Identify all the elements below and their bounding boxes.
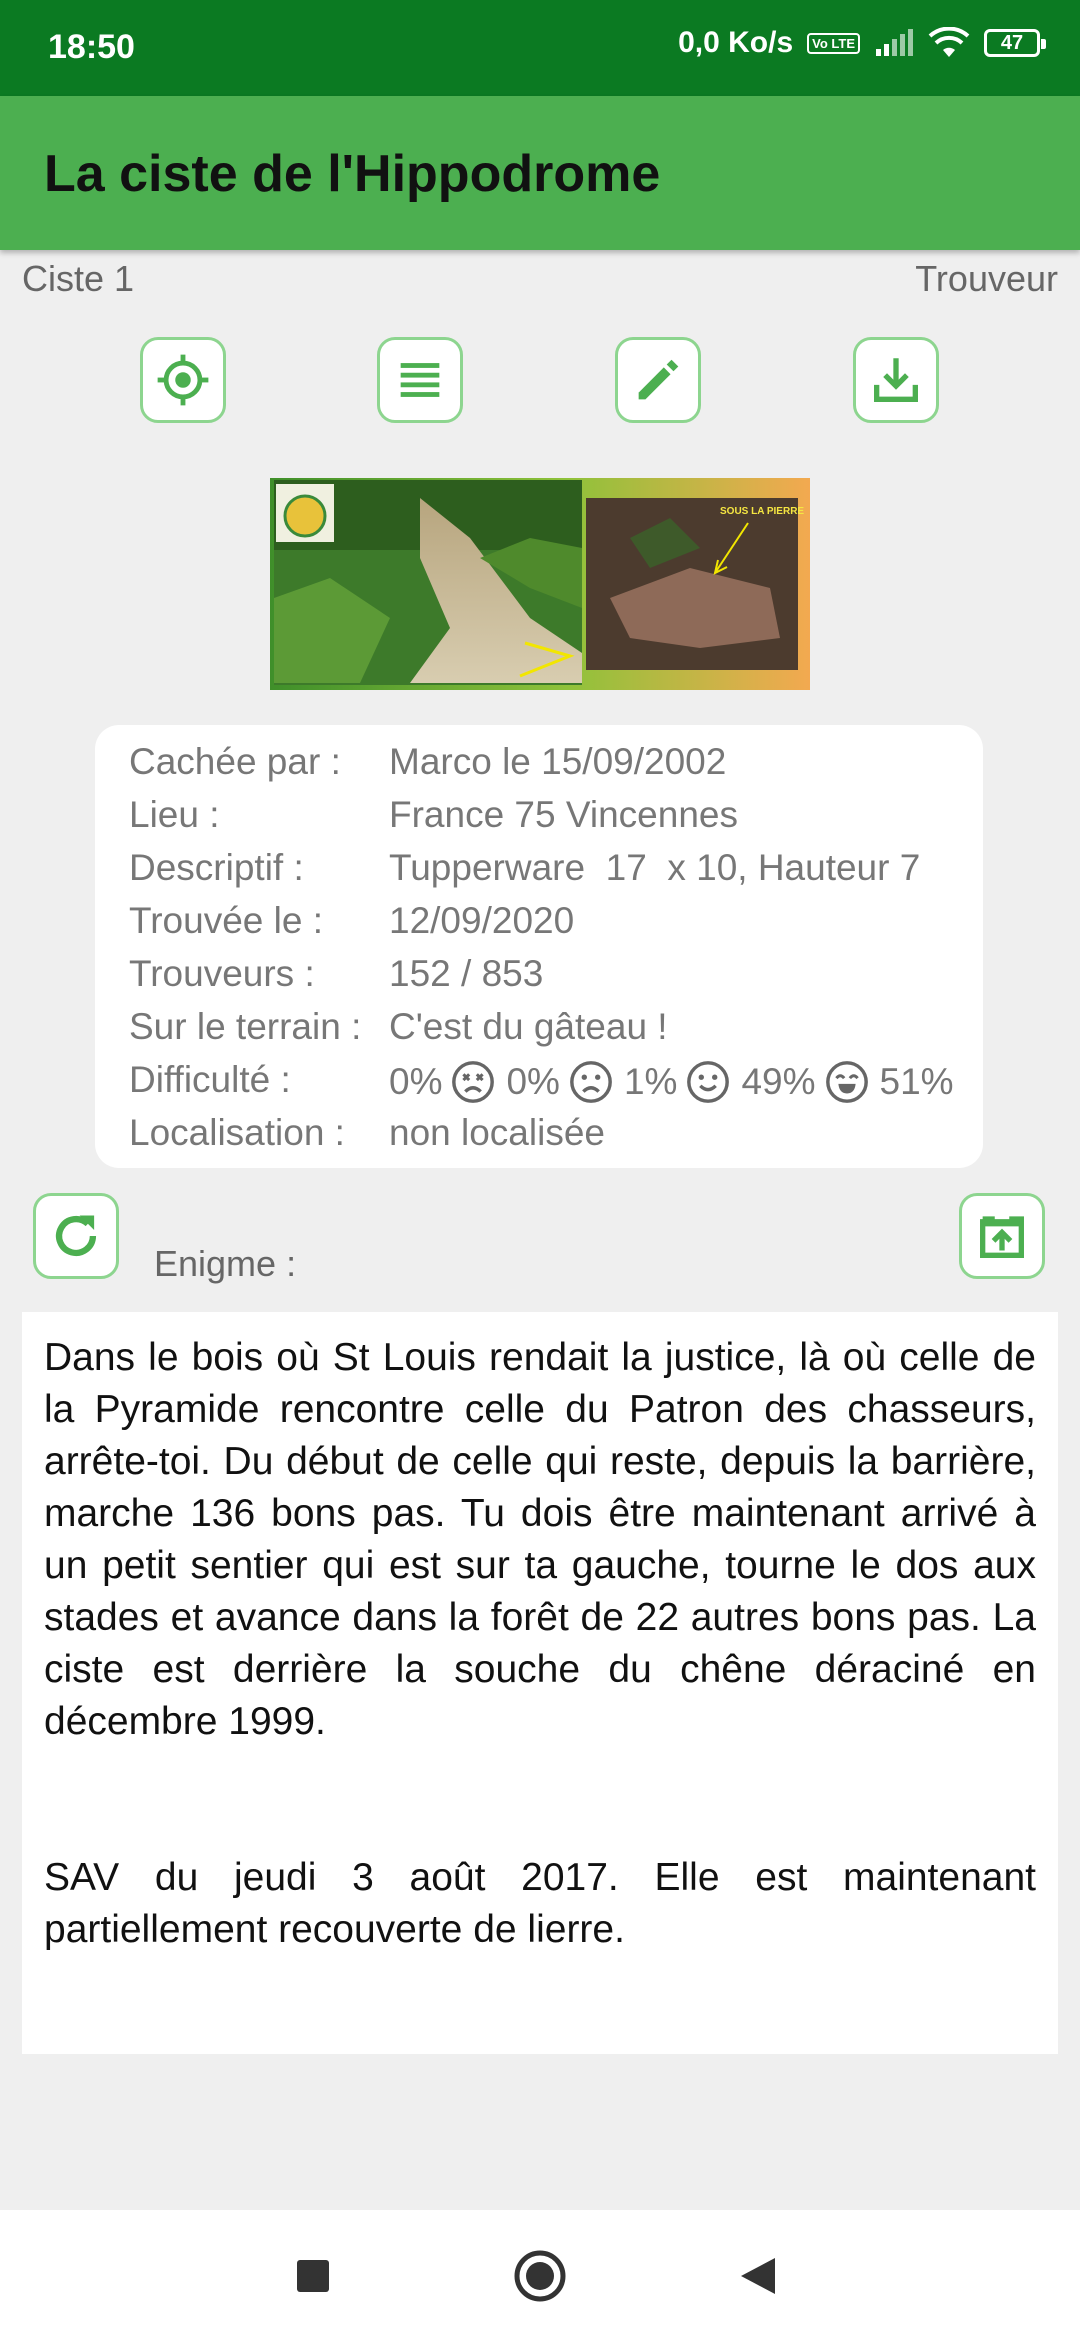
difficulty-percent: 0% [506,1061,560,1102]
enigme-paragraph: Dans le bois où St Louis rendait la just… [44,1336,1036,1743]
info-row-trouveurs: Trouveurs : 152 / 853 [129,953,543,995]
edit-pencil-icon [638,359,679,400]
info-row-lieu: Lieu : France 75 Vincennes [129,794,738,836]
localisation-value: non localisée [389,1112,605,1153]
difficulty-percent: 0% [389,1061,443,1102]
difficulty-rating-3: 1% [624,1059,741,1105]
difficulty-rating-4: 49% [741,1059,879,1105]
lieu-value: France 75 Vincennes [389,794,738,835]
enigme-text-panel[interactable]: Dans le bois où St Louis rendait la just… [22,1312,1058,2054]
enigme-label: Enigme : [154,1243,297,1284]
app-bar: La ciste de l'Hippodrome [0,96,1080,250]
trouveurs-label: Trouveurs : [129,953,315,994]
dizzy-face-icon [452,1061,495,1103]
network-speed: 0,0 Ko/s [678,26,794,59]
info-row-cachee: Cachée par : Marco le 15/09/2002 [129,741,726,783]
enigme-sav-paragraph: SAV du jeudi 3 août 2017. Elle est maint… [44,1856,1036,1951]
edit-button[interactable] [615,337,701,423]
recent-apps-button[interactable] [281,2244,345,2308]
info-row-localisation: Localisation : non localisée [129,1112,605,1154]
system-nav-bar [0,2210,1080,2340]
list-icon [400,363,440,397]
trouveur-label: Trouveur [915,258,1058,299]
locate-button[interactable] [140,337,226,423]
status-icons: 0,0 Ko/s Vo LTE 47 [678,26,1046,60]
open-in-new-icon [980,1216,1024,1258]
smile-face-icon [687,1061,730,1103]
difficulty-rating-1: 0% [389,1059,506,1105]
wifi-icon [928,27,970,57]
laughing-face-icon [825,1061,868,1103]
download-button[interactable] [853,337,939,423]
target-icon [157,354,209,406]
refresh-icon [55,1215,97,1257]
difficulty-percent: 49% [741,1061,816,1102]
sad-face-icon [570,1061,612,1103]
difficulty-ratings: 0% 0% 1% 49% 51% [389,1059,954,1105]
info-row-trouvee: Trouvée le : 12/09/2020 [129,900,574,942]
trouvee-value: 12/09/2020 [389,900,575,941]
trouvee-label: Trouvée le : [129,900,323,941]
info-row-descriptif: Descriptif : Tupperware 17 x 10, Hauteur… [129,847,920,889]
open-external-button[interactable] [959,1193,1045,1279]
back-button[interactable] [726,2244,790,2308]
status-bar: 18:50 0,0 Ko/s Vo LTE 47 [0,0,1080,96]
back-triangle-icon [741,2258,775,2294]
cache-photo[interactable]: SOUS LA PIERRE [270,478,810,690]
download-icon [874,358,918,402]
refresh-button[interactable] [33,1193,119,1279]
difficulty-percent: 1% [623,1061,678,1102]
lieu-label: Lieu : [129,794,220,835]
cache-info-card: Cachée par : Marco le 15/09/2002 Lieu : … [95,725,983,1168]
cachee-label: Cachée par : [129,741,341,782]
list-button[interactable] [377,337,463,423]
terrain-value: C'est du gâteau ! [389,1006,668,1047]
descriptif-value: Tupperware 17 x 10, Hauteur 7 [389,847,921,888]
difficulte-label: Difficulté : [129,1059,291,1100]
difficulty-rating-2: 0% [506,1059,623,1105]
trouveurs-value: 152 / 853 [389,953,544,994]
home-circle-icon [514,2250,566,2302]
battery-level: 47 [1000,31,1024,54]
page-title: La ciste de l'Hippodrome [44,145,661,203]
home-button[interactable] [508,2244,572,2308]
info-row-terrain: Sur le terrain : C'est du gâteau ! [129,1006,668,1048]
cachee-value: Marco le 15/09/2002 [389,741,727,782]
battery-icon: 47 [984,29,1046,57]
descriptif-label: Descriptif : [129,847,304,888]
signal-icon [876,29,913,56]
info-row-difficulte: Difficulté : 0% 0% 1% 49% 51% [129,1059,954,1105]
volte-badge: Vo LTE [807,32,860,54]
square-icon [297,2260,329,2292]
status-time: 18:50 [48,28,135,66]
photo-caption: SOUS LA PIERRE [720,506,804,517]
localisation-label: Localisation : [129,1112,345,1153]
ciste-label: Ciste 1 [22,258,135,299]
terrain-label: Sur le terrain : [129,1006,362,1047]
difficulty-percent: 51% [879,1061,954,1102]
